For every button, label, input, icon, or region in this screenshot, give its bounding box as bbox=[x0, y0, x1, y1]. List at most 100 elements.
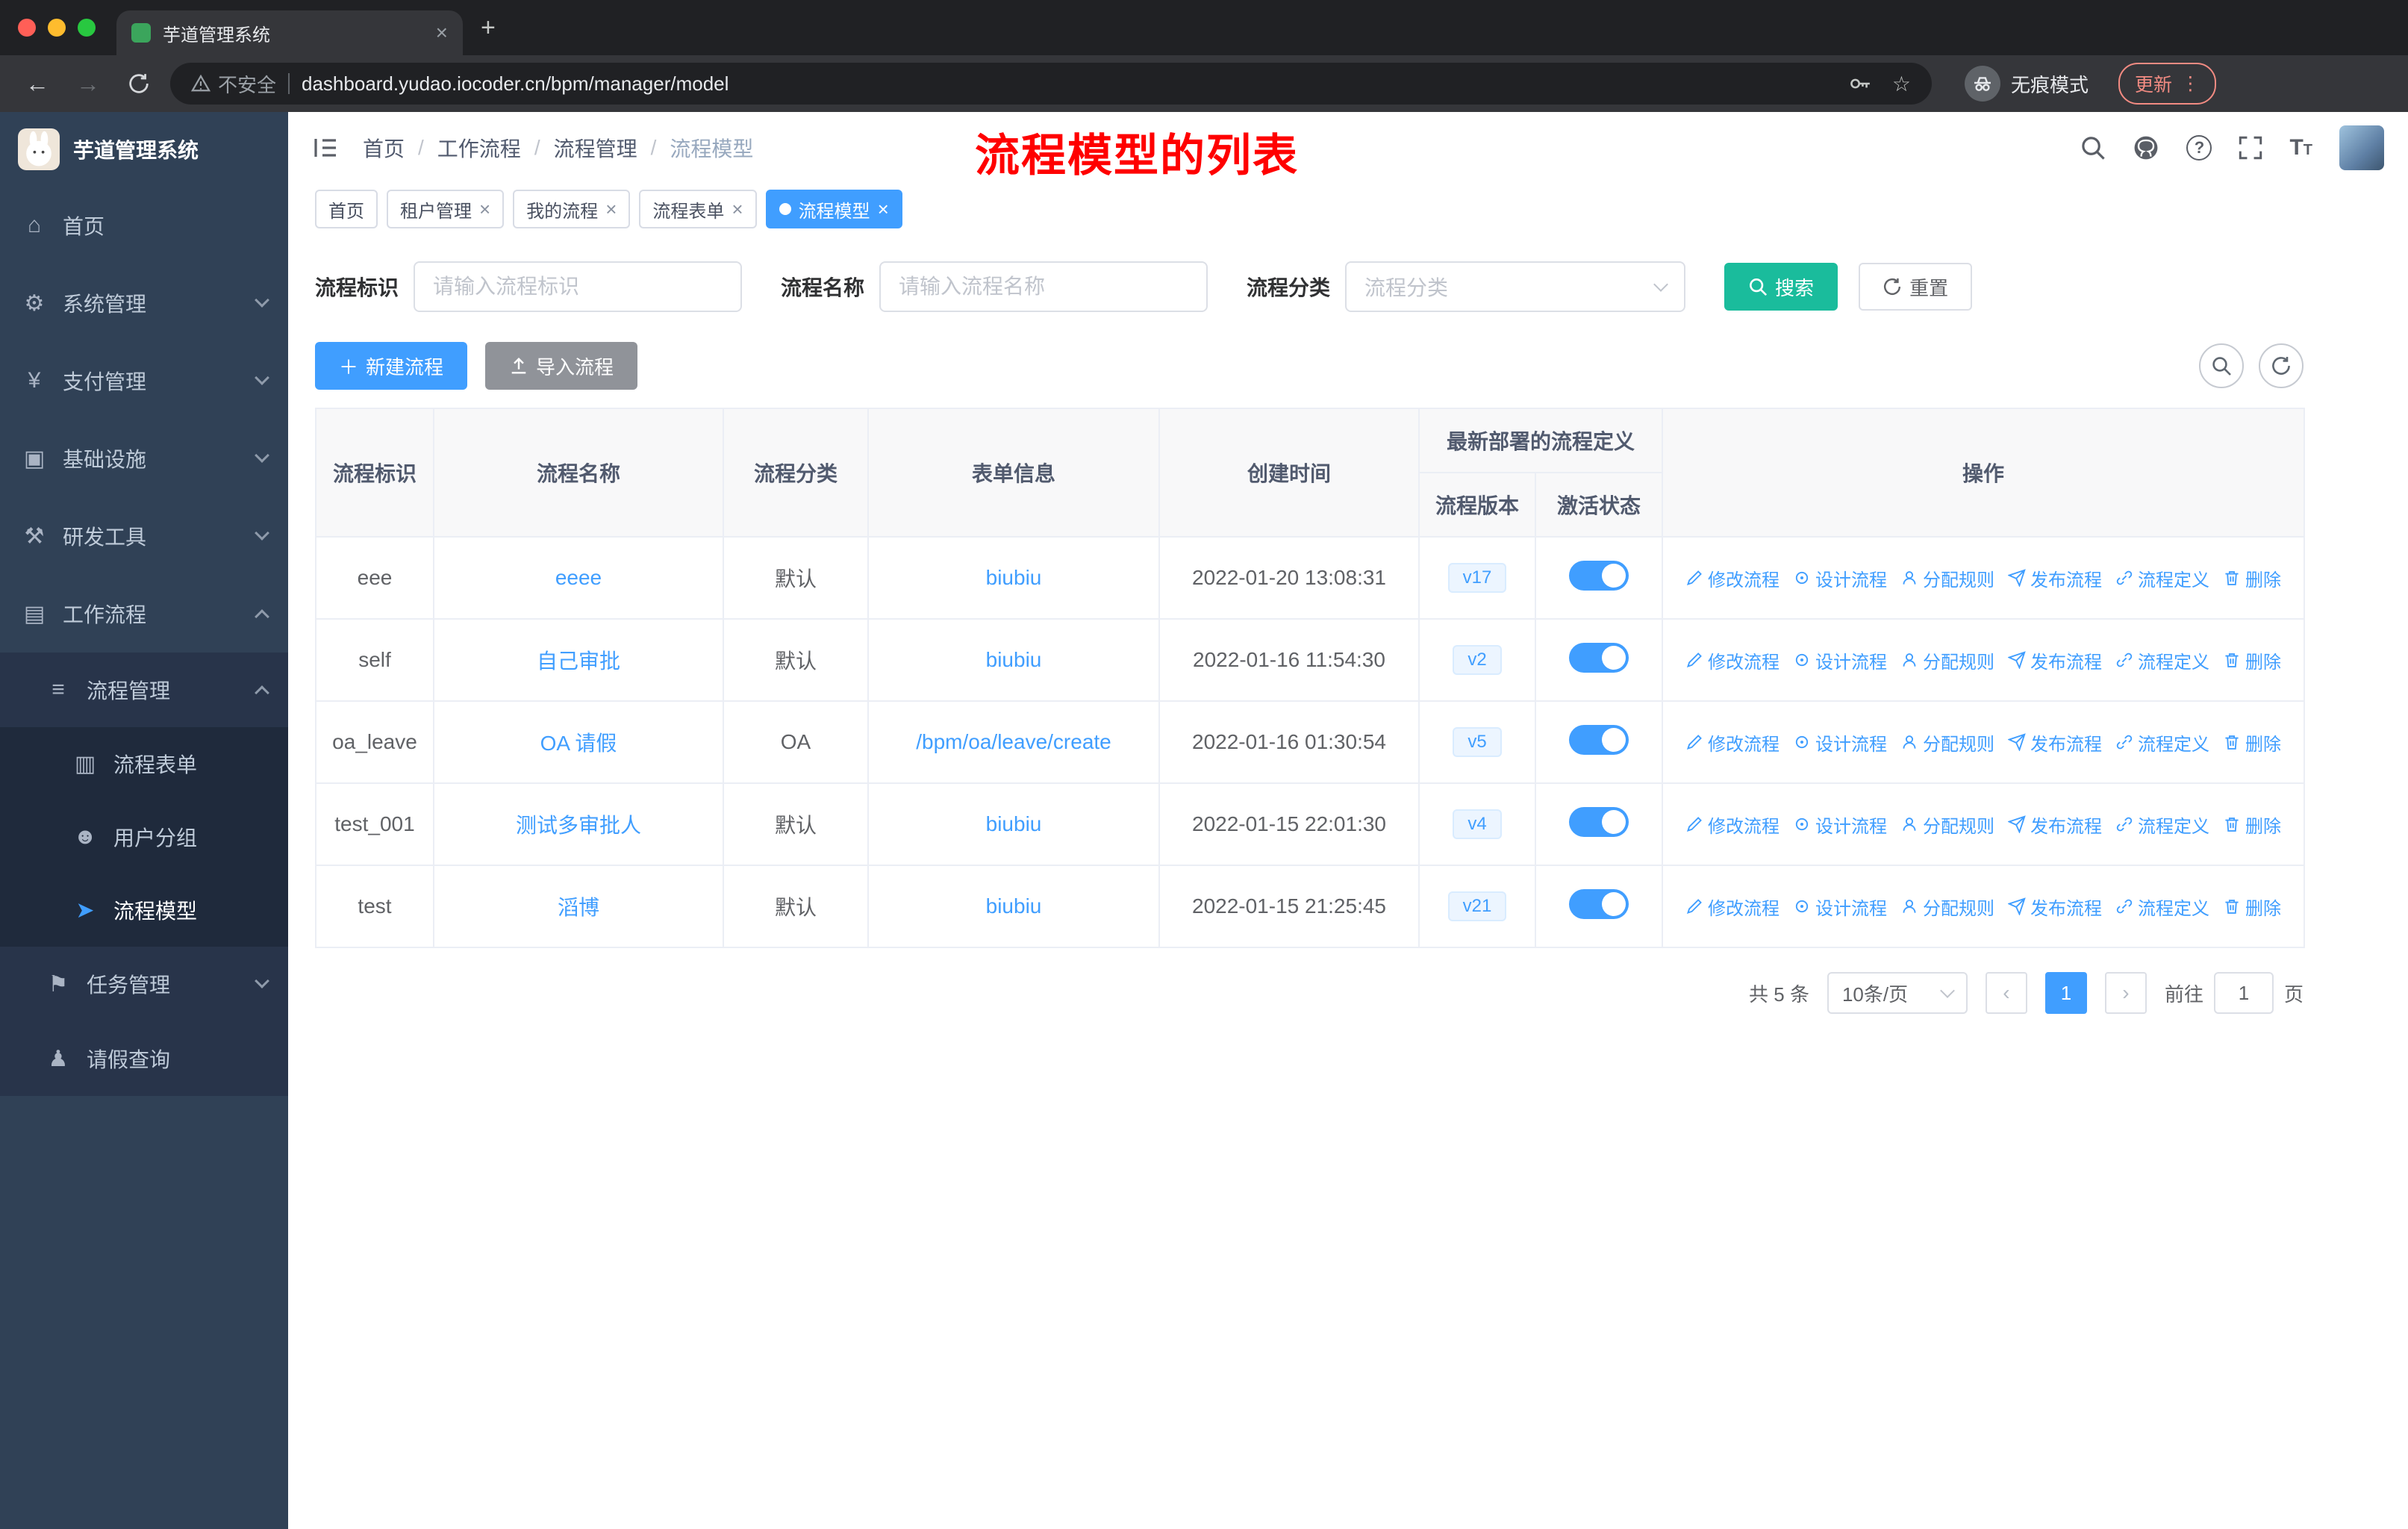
import-process-button[interactable]: 导入流程 bbox=[485, 342, 638, 390]
assign-rule-link[interactable]: 分配规则 bbox=[1900, 647, 1994, 673]
process-id-input[interactable] bbox=[414, 261, 743, 312]
menu-fold-icon[interactable] bbox=[312, 136, 339, 160]
process-name-link[interactable]: 自己审批 bbox=[537, 650, 620, 673]
tag-my-process[interactable]: 我的流程 × bbox=[513, 190, 631, 228]
minimize-window-button[interactable] bbox=[48, 19, 66, 37]
publish-process-link[interactable]: 发布流程 bbox=[2008, 812, 2102, 838]
tag-process-model[interactable]: 流程模型 × bbox=[765, 190, 902, 228]
back-icon[interactable]: ← bbox=[18, 64, 57, 103]
assign-rule-link[interactable]: 分配规则 bbox=[1900, 894, 1994, 920]
assign-rule-link[interactable]: 分配规则 bbox=[1900, 565, 1994, 591]
design-process-link[interactable]: 设计流程 bbox=[1793, 729, 1887, 756]
sidebar-item-user-group[interactable]: ☻ 用户分组 bbox=[0, 800, 288, 874]
new-tab-button[interactable]: + bbox=[481, 13, 496, 43]
sidebar-item-process-model[interactable]: ➤ 流程模型 bbox=[0, 874, 288, 947]
version-badge[interactable]: v21 bbox=[1447, 891, 1507, 921]
tag-close-icon[interactable]: × bbox=[878, 198, 889, 221]
active-toggle[interactable] bbox=[1569, 642, 1629, 673]
publish-process-link[interactable]: 发布流程 bbox=[2008, 565, 2102, 591]
active-toggle[interactable] bbox=[1569, 724, 1629, 755]
category-select[interactable]: 流程分类 bbox=[1345, 261, 1686, 312]
refresh-table-button[interactable] bbox=[2259, 343, 2303, 388]
address-bar[interactable]: 不安全 dashboard.yudao.iocoder.cn/bpm/manag… bbox=[170, 63, 1932, 105]
next-page-button[interactable]: › bbox=[2104, 972, 2147, 1014]
search-button[interactable]: 搜索 bbox=[1724, 263, 1838, 311]
page-size-select[interactable]: 10条/页 bbox=[1827, 972, 1968, 1014]
delete-link[interactable]: 删除 bbox=[2223, 647, 2281, 673]
breadcrumb-item[interactable]: 工作流程 bbox=[437, 133, 521, 163]
create-process-button[interactable]: ＋ 新建流程 bbox=[315, 342, 468, 390]
sidebar-item-dev-tools[interactable]: ⚒ 研发工具 bbox=[0, 497, 288, 575]
tag-process-form[interactable]: 流程表单 × bbox=[639, 190, 757, 228]
search-icon[interactable] bbox=[2080, 135, 2106, 161]
avatar[interactable] bbox=[2339, 125, 2384, 170]
assign-rule-link[interactable]: 分配规则 bbox=[1900, 729, 1994, 756]
close-window-button[interactable] bbox=[18, 19, 36, 37]
key-icon[interactable] bbox=[1849, 72, 1871, 95]
process-definition-link[interactable]: 流程定义 bbox=[2115, 812, 2209, 838]
delete-link[interactable]: 删除 bbox=[2223, 812, 2281, 838]
app-logo[interactable]: 芋道管理系统 bbox=[0, 112, 288, 187]
version-badge[interactable]: v2 bbox=[1453, 645, 1502, 675]
modify-process-link[interactable]: 修改流程 bbox=[1685, 894, 1780, 920]
delete-link[interactable]: 删除 bbox=[2223, 894, 2281, 920]
tag-close-icon[interactable]: × bbox=[479, 198, 490, 221]
goto-page-input[interactable] bbox=[2213, 972, 2274, 1014]
sidebar-item-leave-query[interactable]: ♟ 请假查询 bbox=[0, 1021, 288, 1096]
active-toggle[interactable] bbox=[1569, 560, 1629, 591]
tag-close-icon[interactable]: × bbox=[605, 198, 617, 221]
reload-icon[interactable] bbox=[119, 64, 158, 103]
fullscreen-icon[interactable] bbox=[2239, 136, 2262, 160]
publish-process-link[interactable]: 发布流程 bbox=[2008, 894, 2102, 920]
delete-link[interactable]: 删除 bbox=[2223, 729, 2281, 756]
browser-update-button[interactable]: 更新 ⋮ bbox=[2118, 63, 2217, 105]
sidebar-item-home[interactable]: ⌂ 首页 bbox=[0, 187, 288, 264]
zoom-window-button[interactable] bbox=[78, 19, 96, 37]
page-number-current[interactable]: 1 bbox=[2044, 972, 2087, 1014]
version-badge[interactable]: v4 bbox=[1453, 809, 1502, 839]
design-process-link[interactable]: 设计流程 bbox=[1793, 894, 1887, 920]
process-definition-link[interactable]: 流程定义 bbox=[2115, 647, 2209, 673]
version-badge[interactable]: v17 bbox=[1447, 563, 1507, 593]
process-name-link[interactable]: 测试多审批人 bbox=[516, 814, 641, 837]
delete-link[interactable]: 删除 bbox=[2223, 565, 2281, 591]
form-info-link[interactable]: biubiu bbox=[986, 812, 1042, 835]
publish-process-link[interactable]: 发布流程 bbox=[2008, 647, 2102, 673]
modify-process-link[interactable]: 修改流程 bbox=[1685, 729, 1780, 756]
active-toggle[interactable] bbox=[1569, 806, 1629, 837]
process-definition-link[interactable]: 流程定义 bbox=[2115, 894, 2209, 920]
security-status[interactable]: 不安全 bbox=[191, 70, 276, 98]
prev-page-button[interactable]: ‹ bbox=[1985, 972, 2027, 1014]
design-process-link[interactable]: 设计流程 bbox=[1793, 647, 1887, 673]
process-name-link[interactable]: OA 请假 bbox=[540, 732, 617, 755]
tag-tenant-management[interactable]: 租户管理 × bbox=[387, 190, 505, 228]
modify-process-link[interactable]: 修改流程 bbox=[1685, 812, 1780, 838]
breadcrumb-item[interactable]: 首页 bbox=[363, 133, 405, 163]
modify-process-link[interactable]: 修改流程 bbox=[1685, 647, 1780, 673]
bookmark-star-icon[interactable]: ☆ bbox=[1892, 72, 1911, 96]
forward-icon[interactable]: → bbox=[69, 64, 107, 103]
assign-rule-link[interactable]: 分配规则 bbox=[1900, 812, 1994, 838]
form-info-link[interactable]: biubiu bbox=[986, 648, 1042, 671]
active-toggle[interactable] bbox=[1569, 888, 1629, 919]
process-name-input[interactable] bbox=[879, 261, 1208, 312]
version-badge[interactable]: v5 bbox=[1453, 727, 1502, 757]
sidebar-item-infrastructure[interactable]: ▣ 基础设施 bbox=[0, 420, 288, 497]
help-icon[interactable]: ? bbox=[2186, 135, 2212, 161]
sidebar-item-workflow[interactable]: ▤ 工作流程 bbox=[0, 575, 288, 653]
github-icon[interactable] bbox=[2133, 134, 2159, 161]
form-info-link[interactable]: biubiu bbox=[986, 566, 1042, 589]
form-info-link[interactable]: biubiu bbox=[986, 894, 1042, 918]
modify-process-link[interactable]: 修改流程 bbox=[1685, 565, 1780, 591]
breadcrumb-item[interactable]: 流程管理 bbox=[554, 133, 637, 163]
tab-close-icon[interactable]: × bbox=[436, 21, 448, 45]
form-info-link[interactable]: /bpm/oa/leave/create bbox=[916, 730, 1111, 753]
process-name-link[interactable]: 滔博 bbox=[558, 896, 599, 919]
sidebar-item-process-form[interactable]: ▥ 流程表单 bbox=[0, 727, 288, 800]
sidebar-item-process-management[interactable]: ≡ 流程管理 bbox=[0, 653, 288, 727]
browser-tab[interactable]: 芋道管理系统 × bbox=[116, 10, 463, 55]
browser-menu-icon[interactable]: ⋮ bbox=[2181, 72, 2200, 95]
toggle-search-button[interactable] bbox=[2199, 343, 2244, 388]
design-process-link[interactable]: 设计流程 bbox=[1793, 565, 1887, 591]
process-definition-link[interactable]: 流程定义 bbox=[2115, 729, 2209, 756]
